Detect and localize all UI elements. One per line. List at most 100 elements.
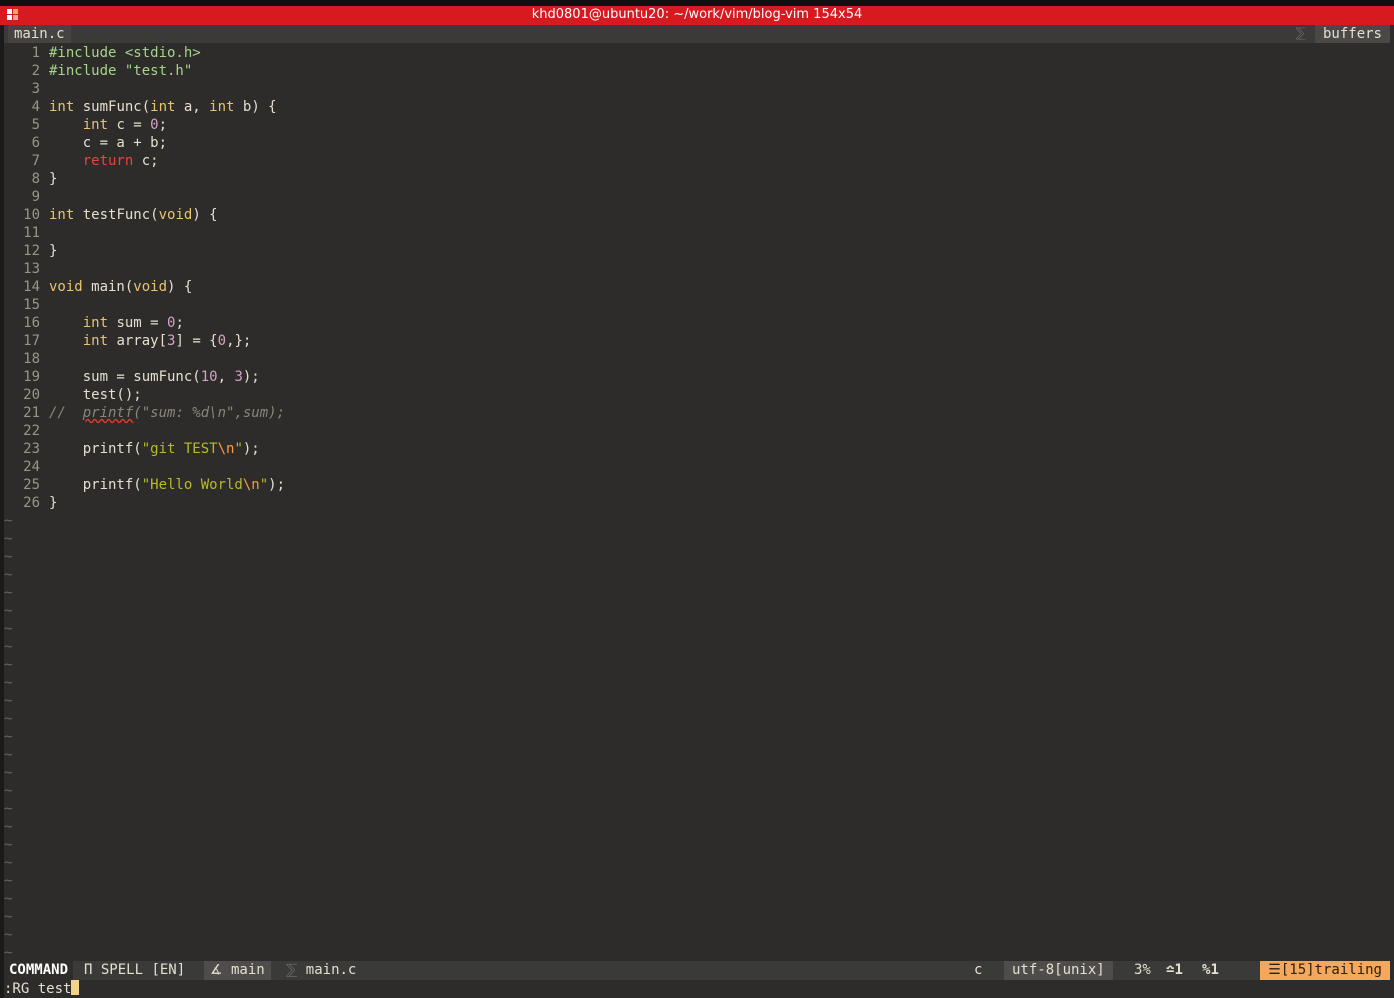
code-text[interactable]: void main(void) { [49, 278, 192, 296]
code-line[interactable]: 21 // printf("sum: %d\n",sum); [4, 404, 1384, 422]
empty-line-marker: ~ [4, 873, 13, 889]
line-number: 9 [31, 189, 40, 205]
code-line[interactable]: 8} [4, 170, 1384, 188]
file-name: ⅀ main.c [286, 961, 356, 980]
code-text[interactable]: printf("git TEST\n"); [49, 440, 260, 458]
text-cursor [71, 980, 80, 995]
code-line[interactable]: 1 #include <stdio.h> [4, 44, 1384, 62]
code-line[interactable]: 12} [4, 242, 1384, 260]
line-number: 10 [23, 207, 40, 223]
empty-line-marker: ~ [4, 783, 13, 799]
empty-line-marker: ~ [4, 513, 13, 529]
code-text[interactable]: test(); [49, 386, 142, 404]
code-line[interactable]: 19 sum = sumFunc(10, 3); [4, 368, 1384, 386]
code-line[interactable]: 14 void main(void) { [4, 278, 1384, 296]
code-line[interactable]: 17 int array[3] = {0,}; [4, 332, 1384, 350]
warning-icon: ☰ [1268, 962, 1281, 978]
code-line[interactable]: 16 int sum = 0; [4, 314, 1384, 332]
code-line[interactable]: 4 int sumFunc(int a, int b) { [4, 98, 1384, 116]
tab-separator: ⅀ [1295, 26, 1306, 41]
spell-icon: Π [84, 962, 93, 978]
empty-line-marker: ~ [4, 765, 13, 781]
code-line[interactable]: 5 int c = 0; [4, 116, 1384, 134]
line-number: 19 [23, 369, 40, 385]
empty-line-marker: ~ [4, 711, 13, 727]
code-text[interactable]: int array[3] = {0,}; [49, 332, 252, 350]
code-text[interactable]: // printf("sum: %d\n",sum); [49, 404, 285, 422]
line-number: 15 [23, 297, 40, 313]
code-line[interactable]: 7 return c; [4, 152, 1384, 170]
line-number: 1 [31, 45, 40, 61]
code-text[interactable]: } [49, 242, 57, 260]
file-type: c [974, 962, 983, 978]
code-line[interactable]: 18 [4, 350, 1384, 368]
buffers-label[interactable]: buffers [1314, 25, 1390, 43]
command-line[interactable]: :RG test [4, 980, 80, 998]
code-line[interactable]: 22 [4, 422, 1384, 440]
line-number: 26 [23, 495, 40, 511]
mode-indicator: COMMAND [4, 961, 74, 980]
empty-line-marker: ~ [4, 909, 13, 925]
vim-tabline: main.c ⅀ buffers [4, 25, 1390, 43]
window-titlebar[interactable]: khd0801@ubuntu20: ~/work/vim/blog-vim 15… [0, 0, 1394, 25]
window-title: khd0801@ubuntu20: ~/work/vim/blog-vim 15… [531, 7, 863, 22]
spell-status: Π SPELL [EN] [84, 961, 185, 980]
code-text[interactable]: #include "test.h" [49, 62, 192, 80]
code-line[interactable]: 25 printf("Hello World\n"); [4, 476, 1384, 494]
spell-label: SPELL [EN] [100, 962, 186, 978]
code-text[interactable]: c = a + b; [49, 134, 167, 152]
empty-line-marker: ~ [4, 837, 13, 853]
code-line[interactable]: 6 c = a + b; [4, 134, 1384, 152]
editor-buffer[interactable]: 1 #include <stdio.h> 2 #include "test.h" 3 4 i… [4, 43, 1390, 961]
code-line[interactable]: 2 #include "test.h" [4, 62, 1384, 80]
empty-line-marker: ~ [4, 549, 13, 565]
empty-line-marker: ~ [4, 891, 13, 907]
code-text[interactable]: int sumFunc(int a, int b) { [49, 98, 277, 116]
code-line[interactable]: 10 int testFunc(void) { [4, 206, 1384, 224]
line-number: 21 [23, 405, 40, 421]
empty-line-marker: ~ [4, 621, 13, 637]
code-text[interactable]: int testFunc(void) { [49, 206, 218, 224]
file-name-label: main.c [305, 962, 357, 978]
code-text[interactable]: printf("Hello World\n"); [49, 476, 285, 494]
separator-icon: ⅀ [286, 962, 306, 978]
empty-line-marker: ~ [4, 855, 13, 871]
empty-line-marker: ~ [4, 945, 13, 961]
code-text[interactable]: } [49, 170, 57, 188]
code-line[interactable]: 13 [4, 260, 1384, 278]
empty-line-marker: ~ [4, 603, 13, 619]
code-text[interactable]: #include <stdio.h> [49, 44, 201, 62]
line-number: 22 [23, 423, 40, 439]
line-number: 6 [31, 135, 40, 151]
code-line[interactable]: 26} [4, 494, 1384, 512]
line-value: 1 [1174, 962, 1183, 978]
code-line[interactable]: 24 [4, 458, 1384, 476]
empty-line-marker: ~ [4, 693, 13, 709]
empty-line-marker: ~ [4, 819, 13, 835]
line-number: 12 [23, 243, 40, 259]
empty-line-marker: ~ [4, 639, 13, 655]
code-line[interactable]: 3 [4, 80, 1384, 98]
line-number: 7 [31, 153, 40, 169]
code-text[interactable]: int c = 0; [49, 116, 167, 134]
code-text[interactable]: int sum = 0; [49, 314, 184, 332]
trailing-label: [15]trailing [1280, 962, 1382, 978]
code-line[interactable]: 11 [4, 224, 1384, 242]
line-number: 13 [23, 261, 40, 277]
git-branch: ∡ main [204, 961, 271, 980]
code-line[interactable]: 9 [4, 188, 1384, 206]
empty-line-marker: ~ [4, 729, 13, 745]
line-number: 8 [31, 171, 40, 187]
code-text[interactable]: sum = sumFunc(10, 3); [49, 368, 260, 386]
scroll-percent: 3% [1134, 962, 1151, 978]
line-number: 2 [31, 63, 40, 79]
tab-main-c[interactable]: main.c [8, 25, 71, 43]
line-number: 20 [23, 387, 40, 403]
code-text[interactable]: return c; [49, 152, 159, 170]
empty-line-marker: ~ [4, 675, 13, 691]
empty-line-marker: ~ [4, 747, 13, 763]
code-line[interactable]: 15 [4, 296, 1384, 314]
code-line[interactable]: 23 printf("git TEST\n"); [4, 440, 1384, 458]
code-line[interactable]: 20 test(); [4, 386, 1384, 404]
code-text[interactable]: } [49, 494, 57, 512]
